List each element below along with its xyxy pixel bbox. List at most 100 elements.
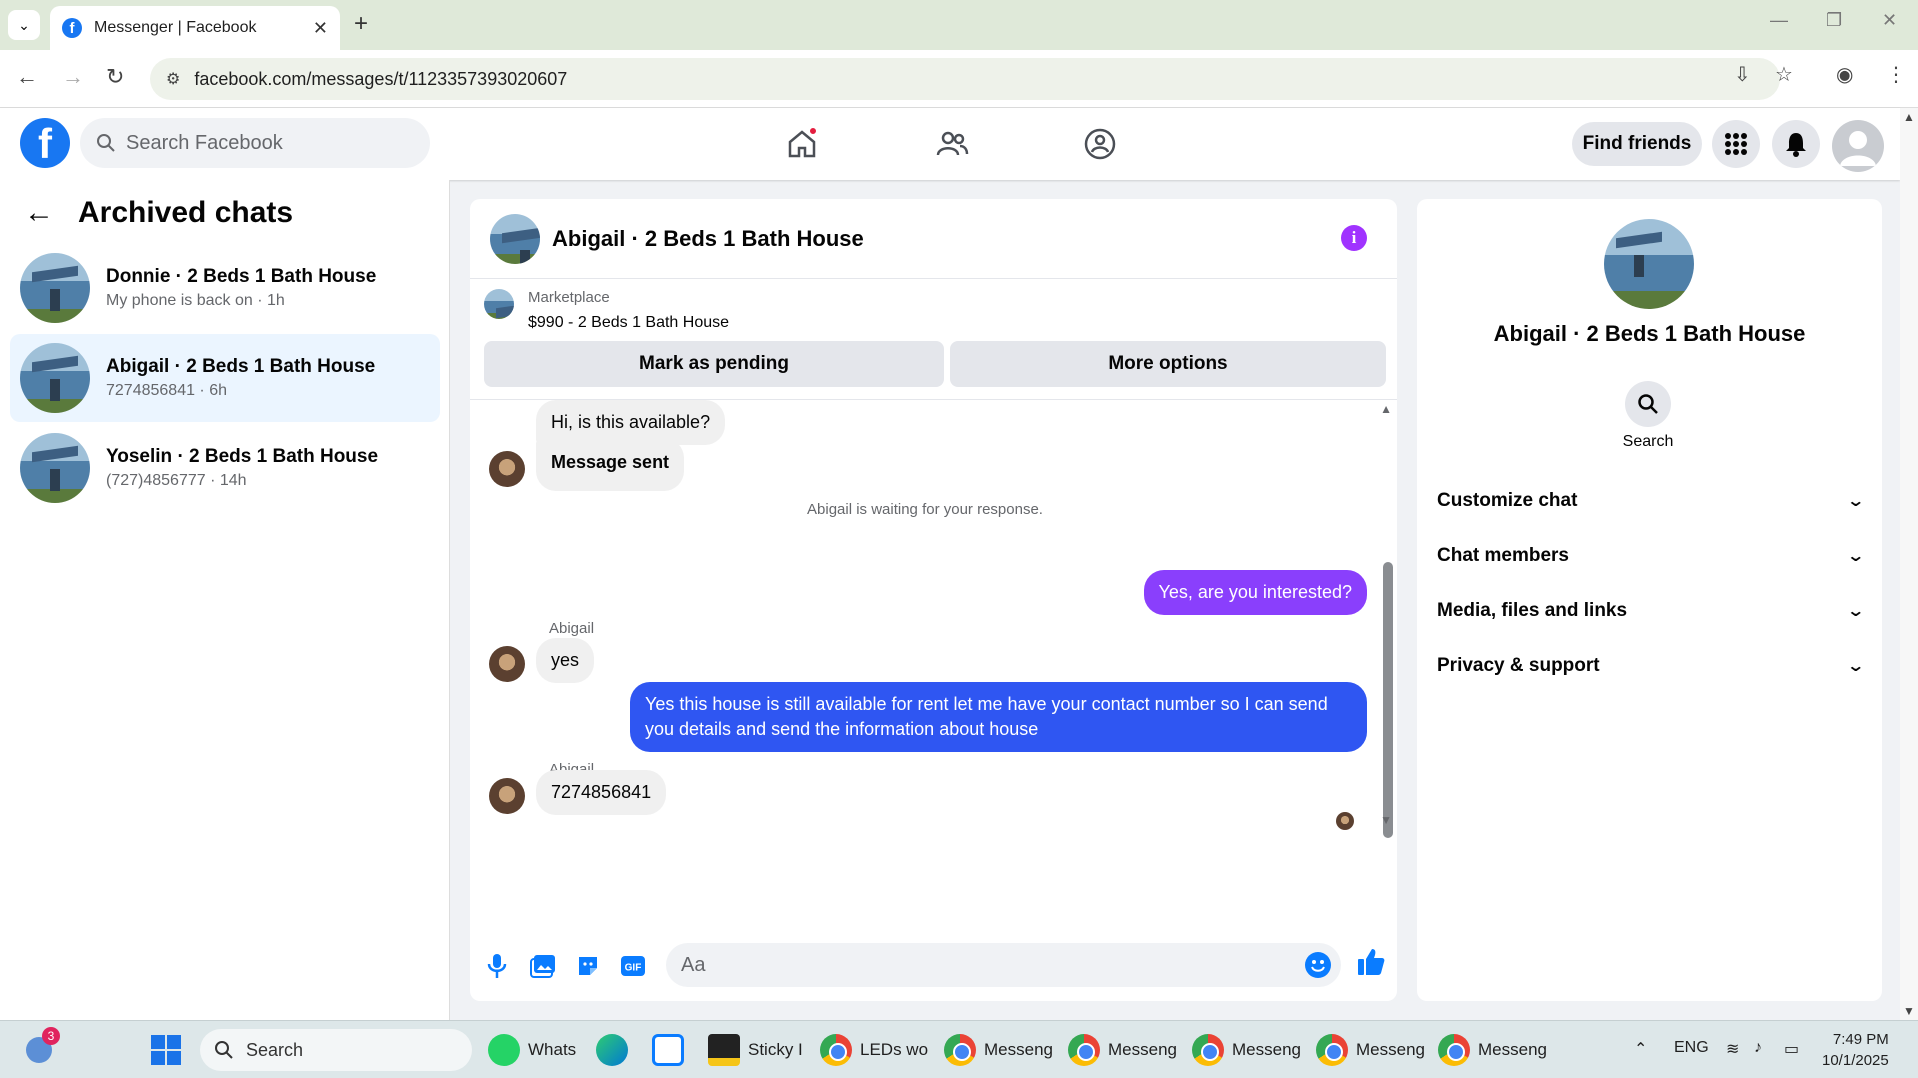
info-icon[interactable]: i xyxy=(1341,225,1367,251)
scroll-up-arrow-icon[interactable]: ▲ xyxy=(1903,110,1915,124)
taskbar-chrome-messenger-5[interactable]: Messeng xyxy=(1438,1031,1547,1069)
mark-as-pending-button[interactable]: Mark as pending xyxy=(484,341,944,387)
volume-icon[interactable]: ♪ xyxy=(1754,1039,1762,1057)
chevron-down-icon: ⌄ xyxy=(1845,658,1865,675)
message-list[interactable]: Hi, is this available? Message sent Abig… xyxy=(470,399,1397,929)
close-tab-icon[interactable]: ✕ xyxy=(313,18,328,39)
chat-details-panel: Abigail · 2 Beds 1 Bath House Search Cus… xyxy=(1417,199,1882,1001)
home-icon[interactable] xyxy=(780,122,824,166)
sticker-icon[interactable] xyxy=(573,951,603,981)
taskbar-chrome-messenger-2[interactable]: Messeng xyxy=(1068,1031,1177,1069)
chat-item-donnie[interactable]: Donnie · 2 Beds 1 Bath House My phone is… xyxy=(10,244,440,332)
taskbar-label: Whats xyxy=(528,1040,577,1059)
back-button[interactable]: ← xyxy=(16,64,38,90)
taskbar-sticky-notes[interactable]: Sticky I xyxy=(708,1031,803,1069)
conversation-header: Abigail · 2 Beds 1 Bath House i xyxy=(470,199,1397,279)
restore-button[interactable]: ❐ xyxy=(1826,10,1842,31)
like-thumbs-up-icon[interactable] xyxy=(1356,947,1386,977)
start-button[interactable] xyxy=(150,1031,182,1069)
search-in-conversation-button[interactable] xyxy=(1625,381,1671,427)
clock-time: 7:49 PM xyxy=(1832,1031,1889,1048)
chrome-icon xyxy=(1438,1034,1470,1066)
taskbar-chrome-messenger-4[interactable]: Messeng xyxy=(1316,1031,1425,1069)
taskbar-chrome-messenger-3[interactable]: Messeng xyxy=(1192,1031,1301,1069)
marketplace-listing[interactable]: Marketplace $990 - 2 Beds 1 Bath House xyxy=(484,289,729,332)
chat-item-yoselin[interactable]: Yoselin · 2 Beds 1 Bath House (727)48567… xyxy=(10,424,440,512)
menu-grid-icon[interactable] xyxy=(1712,120,1760,168)
chat-item-abigail[interactable]: Abigail · 2 Beds 1 Bath House 7274856841… xyxy=(10,334,440,422)
friends-icon[interactable] xyxy=(930,122,974,166)
taskbar-search[interactable]: Search xyxy=(200,1029,472,1071)
profile-icon[interactable]: ◉ xyxy=(1836,62,1853,87)
reload-button[interactable]: ↻ xyxy=(106,64,124,90)
emoji-icon[interactable] xyxy=(1305,952,1331,978)
scroll-down-arrow-icon[interactable]: ▼ xyxy=(1903,1004,1915,1018)
conversation-panel: Abigail · 2 Beds 1 Bath House i Marketpl… xyxy=(470,199,1397,1001)
photo-icon[interactable] xyxy=(528,951,558,981)
minimize-button[interactable]: — xyxy=(1770,10,1788,31)
groups-icon[interactable] xyxy=(1078,122,1122,166)
gif-icon[interactable]: GIF xyxy=(618,951,648,981)
taskbar-snipping-tool[interactable] xyxy=(652,1031,684,1069)
new-tab-button[interactable]: + xyxy=(354,10,368,38)
wifi-icon[interactable]: ≋ xyxy=(1726,1039,1739,1059)
language-indicator[interactable]: ENG xyxy=(1674,1039,1709,1057)
message-composer: GIF Aa xyxy=(470,929,1397,1001)
taskbar-edge[interactable] xyxy=(596,1031,628,1069)
listing-title: $990 - 2 Beds 1 Bath House xyxy=(528,314,730,331)
taskbar-label: Messeng xyxy=(1356,1040,1425,1059)
chat-name: Donnie · 2 Beds 1 Bath House xyxy=(106,266,377,287)
profile-name: Abigail · 2 Beds 1 Bath House xyxy=(1493,321,1806,346)
bookmark-star-icon[interactable]: ☆ xyxy=(1775,62,1793,87)
url-field[interactable]: ⚙ facebook.com/messages/t/11233573930206… xyxy=(150,58,1780,100)
sender-avatar xyxy=(489,778,525,814)
scroll-up-arrow-icon[interactable]: ▲ xyxy=(1380,402,1392,416)
windows-logo-icon xyxy=(151,1035,181,1065)
message-scrollbar[interactable] xyxy=(1383,562,1393,838)
page-scrollbar[interactable]: ▲ ▼ xyxy=(1900,108,1918,1020)
weather-widget[interactable]: 3 xyxy=(26,1027,60,1069)
svg-text:GIF: GIF xyxy=(625,963,642,974)
scroll-down-arrow-icon[interactable]: ▼ xyxy=(1380,813,1392,827)
chevron-down-icon: ⌄ xyxy=(1845,603,1865,620)
taskbar-chrome-messenger-1[interactable]: Messeng xyxy=(944,1031,1053,1069)
find-friends-button[interactable]: Find friends xyxy=(1572,122,1702,166)
tab-search-menu-button[interactable]: ⌄ xyxy=(8,10,40,40)
chat-preview: My phone is back on · 1h xyxy=(106,292,285,309)
microphone-icon[interactable] xyxy=(482,951,512,981)
conversation-title[interactable]: Abigail · 2 Beds 1 Bath House xyxy=(552,226,864,252)
browser-tab[interactable]: f Messenger | Facebook ✕ xyxy=(50,6,340,50)
chat-preview: 7274856841 · 6h xyxy=(106,382,227,399)
forward-button[interactable]: → xyxy=(62,64,84,90)
profile-avatar[interactable] xyxy=(1604,219,1694,309)
chat-members-section[interactable]: Chat members ⌄ xyxy=(1437,536,1865,576)
privacy-support-section[interactable]: Privacy & support ⌄ xyxy=(1437,646,1865,686)
browser-tab-bar: ⌄ f Messenger | Facebook ✕ + — ❐ ✕ xyxy=(0,0,1918,50)
facebook-logo-icon[interactable]: f xyxy=(20,118,70,168)
facebook-search-input[interactable]: Search Facebook xyxy=(80,118,430,168)
taskbar-whatsapp[interactable]: Whats xyxy=(488,1031,576,1069)
show-hidden-icons-chevron-icon[interactable]: ⌃ xyxy=(1634,1039,1647,1059)
more-options-button[interactable]: More options xyxy=(950,341,1386,387)
site-info-icon[interactable]: ⚙ xyxy=(166,69,180,89)
close-window-button[interactable]: ✕ xyxy=(1882,10,1897,31)
listing-thumbnail xyxy=(20,343,90,413)
taskbar-chrome-leds[interactable]: LEDs wo xyxy=(820,1031,928,1069)
system-clock[interactable]: 7:49 PM 10/1/2025 xyxy=(1822,1029,1889,1071)
back-arrow-icon[interactable]: ← xyxy=(24,196,54,230)
customize-chat-section[interactable]: Customize chat ⌄ xyxy=(1437,481,1865,521)
notifications-bell-icon[interactable] xyxy=(1772,120,1820,168)
chat-name: Abigail · 2 Beds 1 Bath House xyxy=(106,356,376,377)
search-icon xyxy=(215,1041,233,1059)
message-bubble-outgoing: Yes this house is still available for re… xyxy=(630,682,1367,752)
install-app-icon[interactable]: ⇩ xyxy=(1734,62,1751,87)
edge-icon xyxy=(596,1034,628,1066)
media-files-links-section[interactable]: Media, files and links ⌄ xyxy=(1437,591,1865,631)
browser-menu-icon[interactable]: ⋮ xyxy=(1886,62,1906,87)
battery-icon[interactable]: ▭ xyxy=(1784,1039,1799,1059)
chrome-icon xyxy=(1068,1034,1100,1066)
sender-avatar xyxy=(489,451,525,487)
message-input[interactable]: Aa xyxy=(666,943,1341,987)
conversation-avatar[interactable] xyxy=(490,213,540,264)
account-avatar[interactable] xyxy=(1832,120,1884,172)
